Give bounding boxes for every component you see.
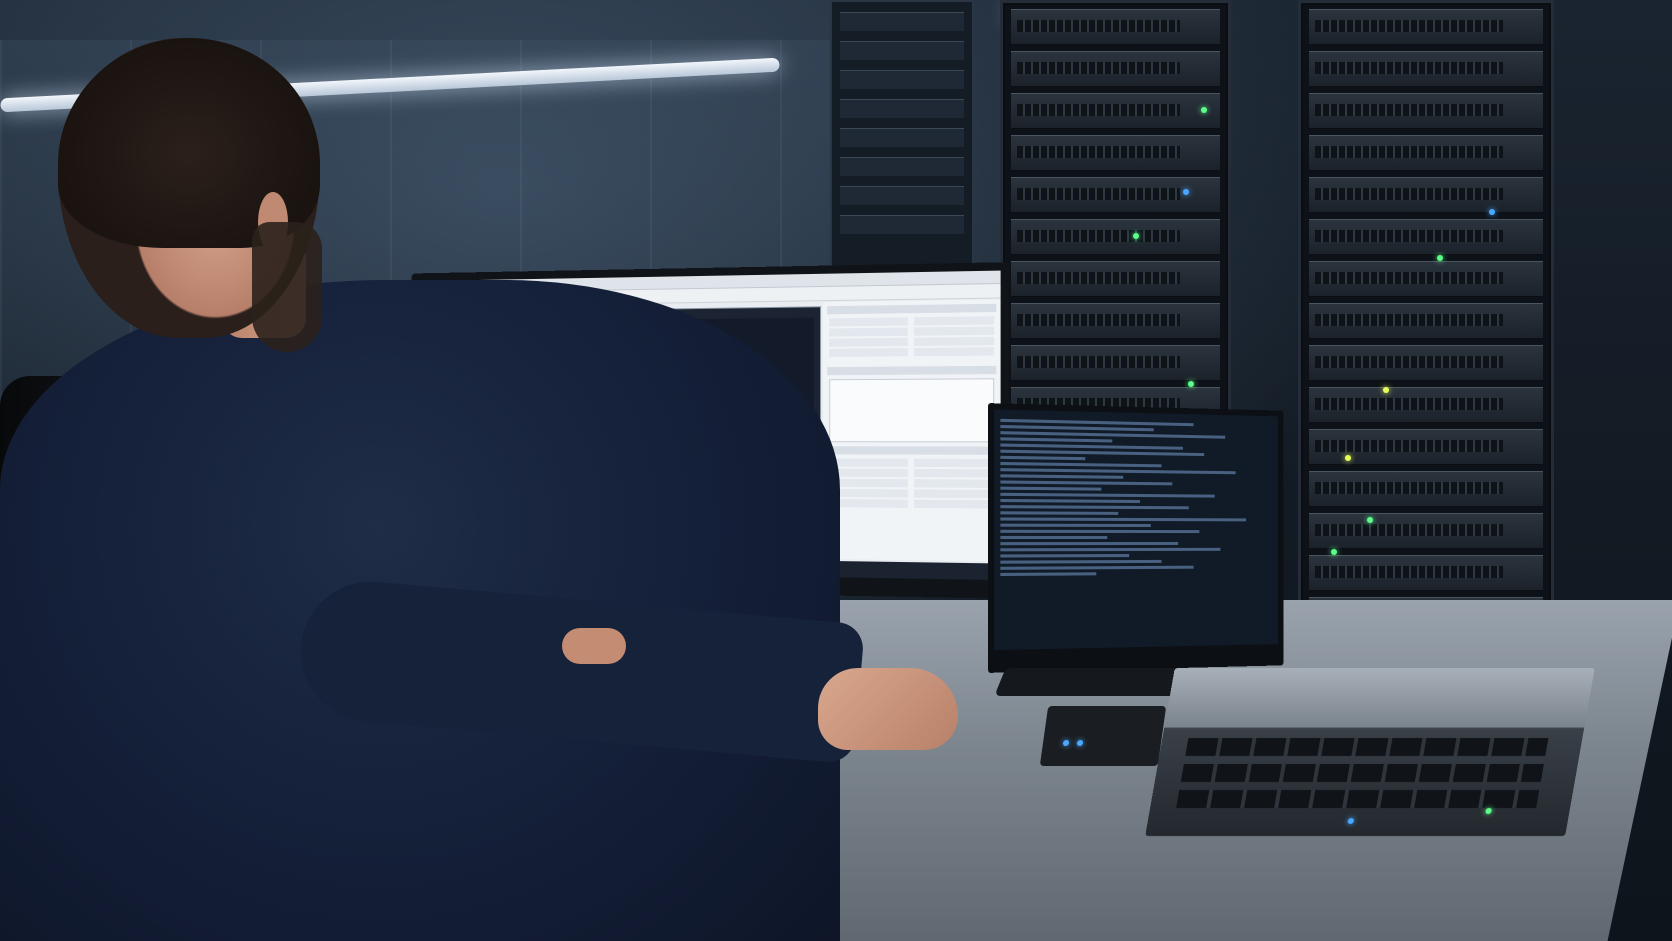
status-led [1331,549,1337,555]
server-rack [1000,0,1231,426]
server-rack [1298,0,1554,686]
status-led [1367,517,1373,523]
status-led [1201,107,1207,113]
desktop-server-unit [1145,668,1595,836]
status-led [1437,255,1443,261]
secondary-monitor [987,403,1284,673]
photo-scene [0,0,1672,941]
network-device [1039,706,1167,766]
status-led [1383,387,1389,393]
person-beard [252,222,322,352]
status-led [1188,381,1194,387]
terminal-screen [994,409,1278,651]
status-led [1133,233,1139,239]
background-rack [830,0,974,274]
status-led [1345,455,1351,461]
properties-pane [823,299,1001,562]
person-right-hand [818,668,958,750]
person-left-hand [562,628,626,664]
status-led [1489,209,1495,215]
status-led [1183,189,1189,195]
